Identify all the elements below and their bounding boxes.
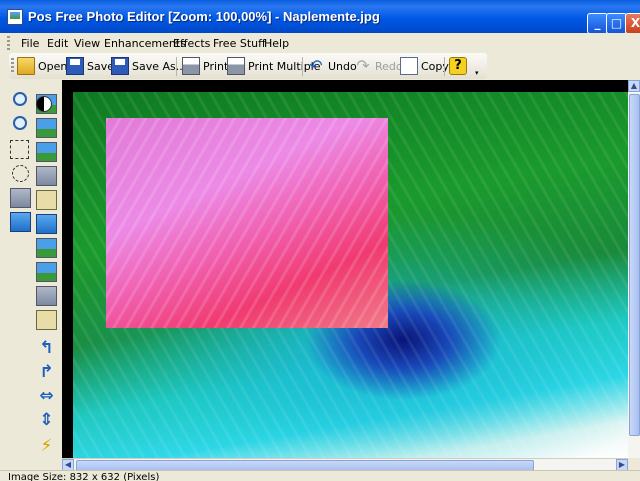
lightning-icon[interactable]: ⚡ [36,436,57,456]
vertical-scroll-thumb[interactable] [629,94,640,436]
redo-button[interactable]: ↷ Redo [354,55,403,77]
zoom-out-icon[interactable] [13,116,27,130]
help-button[interactable]: ? [449,55,467,77]
folder-open-icon [17,57,35,75]
flip-vertical-icon[interactable]: ⇕ [36,410,57,430]
save-as-label: Save As... [132,59,187,73]
landscape-icon[interactable] [36,238,57,258]
save-label: Save [87,59,115,73]
open-label: Open [38,59,68,73]
crop-icon[interactable] [10,188,31,208]
toolbar-grip-icon [11,58,14,72]
title-bar: Pos Free Photo Editor [Zoom: 100,00%] - … [0,0,640,34]
tool-panel-left [8,82,34,462]
redo-label: Redo [375,59,403,73]
pasted-image-layer[interactable] [106,118,388,328]
photo-image [73,92,628,458]
window-title: Pos Free Photo Editor [Zoom: 100,00%] - … [28,9,380,24]
app-icon[interactable] [7,9,23,25]
save-button[interactable]: Save [66,55,114,77]
close-button[interactable]: X [625,13,640,34]
print-multiple-icon [227,57,245,75]
tool-panel-right: ↰ ↱ ⇔ ⇕ ⚡ [34,82,60,462]
toolbar-separator [444,57,445,76]
rotate-left-icon[interactable]: ↰ [36,338,57,358]
minimize-button[interactable]: _ [587,13,608,34]
rotate-right-icon[interactable]: ↱ [36,362,57,382]
contrast-icon[interactable] [36,96,52,112]
portrait-icon[interactable] [36,310,57,330]
menu-grip-icon [7,36,10,50]
floppy-disk-icon [66,57,84,75]
print-label: Print [203,59,229,73]
menu-free-stuff[interactable]: Free Stuff [213,37,266,50]
toolbar: Open Save Save As... Print Print Multipl… [9,53,487,79]
save-as-button[interactable]: Save As... [111,55,186,77]
open-button[interactable]: Open [17,55,67,77]
zoom-in-icon[interactable] [13,92,27,106]
landscape-icon[interactable] [36,142,57,162]
help-icon: ? [449,57,467,75]
menu-help[interactable]: Help [264,37,289,50]
monitor-icon[interactable] [10,212,31,232]
menu-edit[interactable]: Edit [47,37,68,50]
image-canvas[interactable] [62,80,628,458]
menu-file[interactable]: File [21,37,39,50]
resize-icon[interactable] [36,166,57,186]
toolbar-separator [302,57,303,76]
overlay-texture [106,118,388,328]
picture-frame-icon[interactable] [36,214,57,234]
print-button[interactable]: Print [182,55,228,77]
copy-button[interactable]: Copy [400,55,449,77]
toolbar-overflow-icon[interactable]: ▾ [475,69,479,77]
undo-icon: ↶ [309,56,323,75]
add-person-icon[interactable] [36,190,57,210]
copy-icon [400,57,418,75]
save-as-icon [111,57,129,75]
landscape-icon[interactable] [36,262,57,282]
rectangle-select-icon[interactable] [10,140,29,159]
ellipse-select-icon[interactable] [12,165,29,182]
menu-bar: File Edit View Enhancements Effects Free… [0,33,640,53]
toolbar-separator [176,57,177,76]
menu-view[interactable]: View [74,37,100,50]
printer-icon [182,57,200,75]
scroll-up-icon[interactable]: ▲ [628,80,640,92]
maximize-button[interactable]: □ [606,13,627,34]
status-bar: Image Size: 832 x 632 (Pixels) [0,470,640,481]
flip-horizontal-icon[interactable]: ⇔ [36,386,57,406]
landscape-icon[interactable] [36,118,57,138]
menu-effects[interactable]: Effects [173,37,210,50]
vertical-scrollbar[interactable]: ▲ [628,80,640,458]
redo-icon: ↷ [356,56,370,75]
undo-button[interactable]: ↶ Undo [307,55,357,77]
undo-label: Undo [328,59,357,73]
grayscale-icon[interactable] [36,286,57,306]
